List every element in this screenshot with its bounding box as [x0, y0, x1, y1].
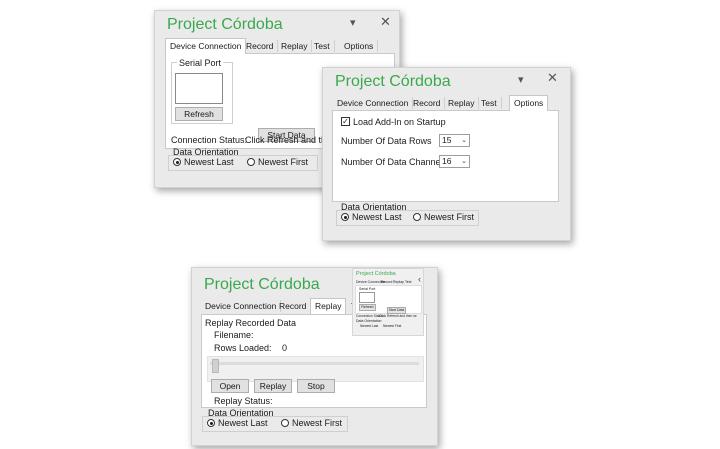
tab-record[interactable]: Record — [242, 40, 279, 52]
connection-status-label: Connection Status: — [171, 135, 248, 145]
newest-first-radio[interactable] — [281, 419, 289, 427]
chevron-down-icon: ⌄ — [461, 137, 467, 144]
newest-first-label: Newest First — [258, 157, 309, 167]
newest-first-label: Newest First — [292, 418, 343, 428]
rows-loaded-label: Rows Loaded: — [214, 343, 272, 353]
tab-strip: Device Connection Record Replay Te — [201, 298, 361, 314]
tab-options[interactable]: Options — [509, 95, 549, 111]
data-channels-label: Number Of Data Channels — [341, 157, 448, 167]
taskpane-thumbnail: Project Córdoba Device Connection Record… — [352, 268, 424, 336]
slider-thumb[interactable] — [212, 359, 219, 373]
app-title: Project Córdoba — [167, 16, 283, 33]
tab-replay[interactable]: Replay — [277, 40, 313, 52]
chevron-down-icon[interactable]: ▾ — [518, 75, 524, 86]
data-rows-select[interactable]: 15 ⌄ — [439, 134, 470, 147]
thumbnail-newest-last: Newest Last — [360, 324, 379, 328]
connection-status-value: Click Refresh and the — [245, 135, 332, 145]
thumbnail-content: Serial Port Refresh Start Data — [355, 285, 422, 314]
tab-test[interactable]: Test — [477, 97, 502, 109]
tab-record[interactable]: Record — [409, 97, 446, 109]
data-rows-value: 15 — [442, 135, 452, 145]
data-channels-value: 16 — [442, 156, 452, 166]
serial-port-label: Serial Port — [177, 58, 224, 68]
slider-track — [210, 362, 419, 365]
tab-strip: Device Connection Record Replay Test Opt… — [333, 95, 558, 111]
newest-first-label: Newest First — [424, 212, 475, 222]
thumbnail-serial-list — [359, 292, 375, 303]
thumbnail-serial-port-label: Serial Port — [359, 287, 376, 291]
thumbnail-tab-replay: Replay — [393, 280, 404, 284]
load-addin-label: Load Add-In on Startup — [353, 117, 446, 127]
replay-heading: Replay Recorded Data — [205, 318, 297, 328]
tab-strip: Device Connection Record Replay Test Opt… — [165, 38, 390, 54]
thumbnail-tab-test: Test — [405, 280, 412, 284]
tab-device-connection[interactable]: Device Connection — [165, 38, 247, 54]
chevron-down-icon: ⌄ — [461, 158, 467, 165]
newest-last-label: Newest Last — [184, 157, 234, 167]
load-addin-checkbox[interactable]: ✓ — [341, 117, 350, 126]
open-button[interactable]: Open — [211, 379, 249, 393]
thumbnail-connection-status-value: Click Refresh and then se — [379, 314, 417, 318]
tab-content: ✓ Load Add-In on Startup Number Of Data … — [332, 110, 559, 202]
data-rows-label: Number Of Data Rows — [341, 136, 432, 146]
thumbnail-refresh-button: Refresh — [359, 304, 376, 311]
tab-device-connection[interactable]: Device Connection — [201, 300, 282, 312]
thumbnail-newest-first: Newest First — [383, 324, 402, 328]
refresh-button[interactable]: Refresh — [175, 107, 223, 121]
data-channels-select[interactable]: 16 ⌄ — [439, 155, 470, 168]
taskpane-replay: Project Córdoba Device Connection Record… — [191, 267, 438, 446]
thumbnail-tab-record: Record — [381, 280, 393, 284]
stop-button[interactable]: Stop — [297, 379, 335, 393]
tab-replay[interactable]: Replay — [444, 97, 480, 109]
newest-last-radio[interactable] — [173, 158, 181, 166]
tab-replay[interactable]: Replay — [310, 298, 347, 314]
chevron-down-icon[interactable]: ▾ — [350, 18, 356, 29]
app-title: Project Córdoba — [204, 276, 320, 293]
close-icon[interactable]: ✕ — [380, 15, 391, 28]
close-icon[interactable]: ✕ — [547, 71, 558, 84]
tab-test[interactable]: Test — [310, 40, 335, 52]
thumbnail-title: Project Córdoba — [356, 271, 396, 277]
replay-button[interactable]: Replay — [254, 379, 292, 393]
newest-last-label: Newest Last — [218, 418, 268, 428]
replay-status-label: Replay Status: — [214, 396, 273, 406]
rows-loaded-value: 0 — [282, 343, 288, 353]
newest-first-radio[interactable] — [413, 213, 421, 221]
tab-options[interactable]: Options — [340, 40, 379, 52]
newest-last-radio[interactable] — [207, 419, 215, 427]
tab-device-connection[interactable]: Device Connection — [333, 97, 414, 109]
newest-last-label: Newest Last — [352, 212, 402, 222]
thumbnail-orientation-title: Data Orientation — [356, 319, 382, 323]
app-title: Project Córdoba — [335, 73, 451, 90]
serial-port-list[interactable] — [175, 73, 223, 104]
tab-record[interactable]: Record — [275, 300, 312, 312]
taskpane-options: Project Córdoba ▾ ✕ Device Connection Re… — [322, 67, 571, 241]
filename-label: Filename: — [214, 330, 254, 340]
thumbnail-start-data-button: Start Data — [387, 307, 406, 314]
newest-last-radio[interactable] — [341, 213, 349, 221]
chevron-left-icon: ‹ — [418, 274, 421, 284]
newest-first-radio[interactable] — [247, 158, 255, 166]
